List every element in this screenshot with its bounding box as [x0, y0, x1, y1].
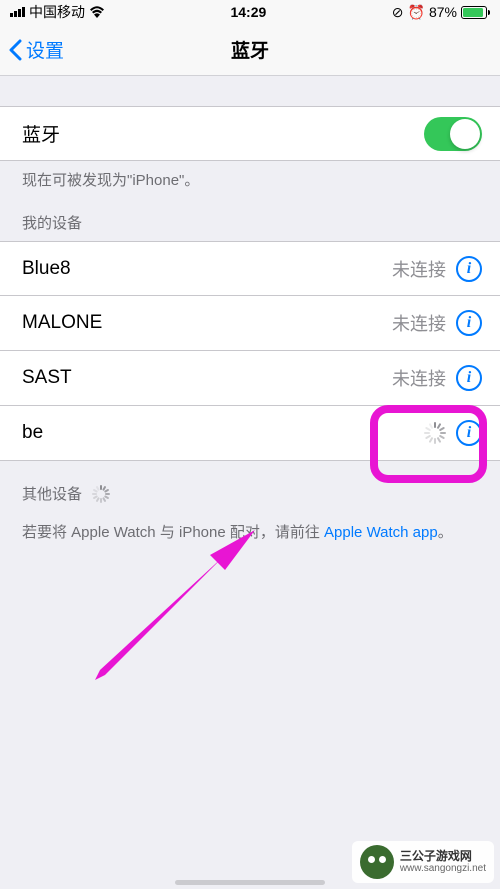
device-name: Blue8 — [22, 258, 71, 280]
bluetooth-label: 蓝牙 — [22, 120, 60, 147]
page-title: 蓝牙 — [231, 36, 269, 63]
device-name: MALONE — [22, 312, 102, 334]
discoverable-text: 现在可被发现为"iPhone"。 — [0, 161, 500, 190]
watermark-title: 三公子游戏网 — [400, 849, 486, 863]
cellular-signal-icon — [10, 7, 25, 17]
apple-watch-hint: 若要将 Apple Watch 与 iPhone 配对，请前往 Apple Wa… — [0, 512, 500, 545]
info-icon[interactable]: i — [456, 256, 482, 282]
orientation-lock-icon: ⊘ — [392, 4, 404, 21]
bluetooth-toggle-row[interactable]: 蓝牙 — [0, 106, 500, 161]
device-row[interactable]: SAST 未连接 i — [0, 351, 500, 406]
loading-spinner-icon — [92, 485, 110, 503]
device-name: be — [22, 422, 43, 444]
alarm-icon: ⏰ — [408, 4, 425, 21]
status-time: 14:29 — [230, 4, 266, 20]
info-icon[interactable]: i — [456, 310, 482, 336]
back-label: 设置 — [26, 36, 64, 63]
status-bar: 中国移动 14:29 ⊘ ⏰ 87% — [0, 0, 500, 24]
back-button[interactable]: 设置 — [0, 36, 64, 63]
battery-percentage: 87% — [429, 4, 457, 20]
device-row[interactable]: MALONE 未连接 i — [0, 296, 500, 351]
watermark-url: www.sangongzi.net — [400, 863, 486, 875]
device-status: 未连接 — [392, 310, 446, 336]
annotation-arrow — [95, 530, 260, 680]
device-status: 未连接 — [392, 365, 446, 391]
chevron-left-icon — [8, 39, 22, 61]
device-status: 未连接 — [392, 256, 446, 282]
info-icon[interactable]: i — [456, 420, 482, 446]
bluetooth-toggle[interactable] — [424, 117, 482, 151]
device-row[interactable]: be i — [0, 406, 500, 461]
other-devices-header: 其他设备 — [0, 461, 500, 512]
nav-bar: 设置 蓝牙 — [0, 24, 500, 76]
wifi-icon — [89, 6, 105, 18]
watermark-logo-icon — [360, 845, 394, 879]
home-indicator[interactable] — [175, 880, 325, 885]
device-row[interactable]: Blue8 未连接 i — [0, 241, 500, 296]
battery-icon — [461, 6, 490, 19]
info-icon[interactable]: i — [456, 365, 482, 391]
my-devices-header: 我的设备 — [0, 190, 500, 241]
loading-spinner-icon — [424, 422, 446, 444]
carrier-label: 中国移动 — [29, 2, 85, 22]
device-name: SAST — [22, 367, 72, 389]
watermark: 三公子游戏网 www.sangongzi.net — [352, 841, 494, 883]
apple-watch-app-link[interactable]: Apple Watch app — [324, 524, 438, 541]
